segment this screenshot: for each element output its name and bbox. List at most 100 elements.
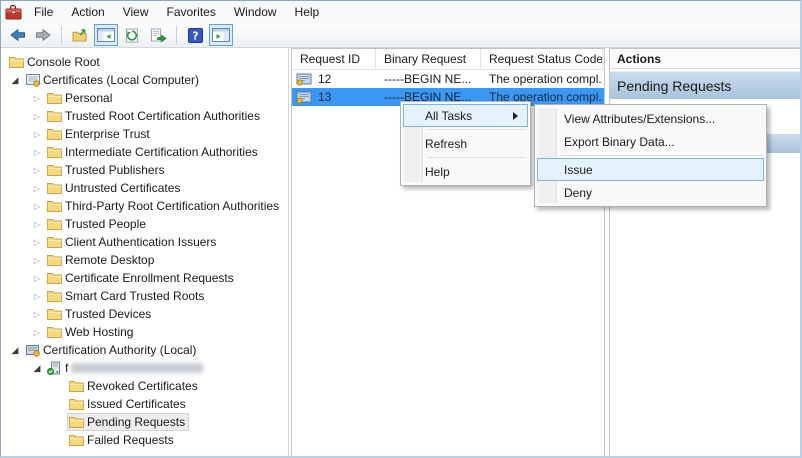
toolbar-button-show-action-pane[interactable] xyxy=(209,24,233,46)
expand-icon[interactable]: ▷ xyxy=(29,112,45,121)
tree-item-client-authentication-issuers[interactable]: ▷ Client Authentication Issuers xyxy=(1,233,288,251)
tree-item-trusted-devices[interactable]: ▷Trusted Devices xyxy=(1,305,288,323)
context-menu-item-refresh[interactable]: Refresh xyxy=(403,132,528,155)
expand-icon[interactable]: ▷ xyxy=(29,148,45,157)
menu-separator xyxy=(427,157,526,158)
submenu-item-view-attributes-extensions[interactable]: View Attributes/Extensions... xyxy=(537,107,764,130)
expand-icon[interactable]: ▷ xyxy=(29,202,45,211)
tree-item-trusted-publishers[interactable]: ▷Trusted Publishers xyxy=(1,161,288,179)
export-list-icon xyxy=(150,28,167,43)
column-header-request-status-code[interactable]: Request Status Code xyxy=(481,49,603,69)
redacted-ca-name xyxy=(71,363,203,373)
tree-item-remote-desktop[interactable]: ▷ Remote Desktop xyxy=(1,251,288,269)
folder-icon xyxy=(47,110,65,122)
tree-item-certificates-local-computer[interactable]: ◢Certificates (Local Computer) xyxy=(1,71,288,89)
toolbar-button-back[interactable] xyxy=(5,24,29,46)
tree-item-label: Client Authentication Issuers xyxy=(65,235,216,249)
menubar-item-window[interactable]: Window xyxy=(225,5,286,19)
tree-item-trusted-people[interactable]: ▷Trusted People xyxy=(1,215,288,233)
toolbar-button-show-console-tree[interactable] xyxy=(94,24,118,46)
tree-item-intermediate-certification-authorities[interactable]: ▷ Intermediate Certification Authorities xyxy=(1,143,288,161)
tree-item-third-party-root-certification-authorities[interactable]: ▷Third-Party Root Certification Authorit… xyxy=(1,197,288,215)
tree-item-f[interactable]: ◢f xyxy=(1,359,288,377)
tree-item-web-hosting[interactable]: ▷Web Hosting xyxy=(1,323,288,341)
tree-item-label: Certificate Enrollment Requests xyxy=(65,271,234,285)
tree-item-enterprise-trust[interactable]: ▷Enterprise Trust xyxy=(1,125,288,143)
folder-icon xyxy=(47,290,65,302)
collapse-icon[interactable]: ◢ xyxy=(29,363,45,374)
submenu-item-export-binary-data[interactable]: Export Binary Data... xyxy=(537,130,764,153)
expand-icon[interactable]: ▷ xyxy=(29,166,45,175)
toolbar-separator xyxy=(176,26,177,44)
tree-item-personal[interactable]: ▷Personal xyxy=(1,89,288,107)
context-menu-item-help[interactable]: Help xyxy=(403,160,528,183)
toolbar-button-forward[interactable] xyxy=(31,24,55,46)
tree-item-issued-certificates[interactable]: Issued Certificates xyxy=(1,395,288,413)
folder-icon xyxy=(47,128,65,140)
expand-icon[interactable]: ▷ xyxy=(29,130,45,139)
pending-requests-action-group[interactable]: Pending Requests xyxy=(610,71,800,99)
actions-pane-title: Actions xyxy=(610,49,800,69)
expand-icon[interactable]: ▷ xyxy=(29,274,45,283)
tree-item-revoked-certificates[interactable]: Revoked Certificates xyxy=(1,377,288,395)
binary_request-cell: -----BEGIN NE... xyxy=(376,70,481,88)
menubar-item-file[interactable]: File xyxy=(25,5,62,19)
tree-item-label: Revoked Certificates xyxy=(87,379,198,393)
tree-item-label: Certification Authority (Local) xyxy=(43,343,196,357)
folder-icon xyxy=(47,254,65,266)
column-header-binary-request[interactable]: Binary Request xyxy=(376,49,481,69)
request_id-cell: 12 xyxy=(292,70,376,88)
tree-item-label: f xyxy=(65,361,68,375)
mmc-console-icon[interactable] xyxy=(1,4,25,20)
folder-icon xyxy=(69,380,87,392)
menubar-item-help[interactable]: Help xyxy=(286,5,329,19)
tree-item-trusted-root-certification-authorities[interactable]: ▷Trusted Root Certification Authorities xyxy=(1,107,288,125)
tree-item-certification-authority-local[interactable]: ◢ Certification Authority (Local) xyxy=(1,341,288,359)
tree-item-console-root[interactable]: Console Root xyxy=(1,53,288,71)
menubar-item-view[interactable]: View xyxy=(114,5,158,19)
request-row-12[interactable]: 12-----BEGIN NE...The operation compl... xyxy=(292,70,604,88)
tree-item-label: Pending Requests xyxy=(87,415,185,429)
folder-icon xyxy=(47,146,65,158)
certificate-request-icon xyxy=(296,91,314,104)
server-icon xyxy=(47,361,65,375)
column-header-request-id[interactable]: Request ID xyxy=(292,49,376,69)
expand-icon[interactable]: ▷ xyxy=(29,220,45,229)
folder-icon xyxy=(47,308,65,320)
tree-item-label: Smart Card Trusted Roots xyxy=(65,289,204,303)
toolbar-button-export-list[interactable] xyxy=(146,24,170,46)
menu-separator xyxy=(427,129,526,130)
submenu-item-issue[interactable]: Issue xyxy=(537,158,764,181)
folder-icon xyxy=(9,56,27,68)
tree-item-pending-requests[interactable]: Pending Requests xyxy=(1,413,288,431)
expand-icon[interactable]: ▷ xyxy=(29,184,45,193)
back-icon xyxy=(9,28,26,42)
menubar-item-action[interactable]: Action xyxy=(62,5,113,19)
certificate-request-icon xyxy=(296,73,314,86)
tree-item-certificate-enrollment-requests[interactable]: ▷ Certificate Enrollment Requests xyxy=(1,269,288,287)
toolbar-button-up-one-level[interactable] xyxy=(68,24,92,46)
expand-icon[interactable]: ▷ xyxy=(29,256,45,265)
tree-item-label: Remote Desktop xyxy=(65,253,154,267)
refresh-icon xyxy=(124,28,140,43)
folder-icon xyxy=(47,218,65,230)
toolbar-button-help[interactable]: ? xyxy=(183,24,207,46)
expand-icon[interactable]: ▷ xyxy=(29,310,45,319)
tree-item-smart-card-trusted-roots[interactable]: ▷ Smart Card Trusted Roots xyxy=(1,287,288,305)
menubar-item-favorites[interactable]: Favorites xyxy=(158,5,225,19)
expand-icon[interactable]: ▷ xyxy=(29,238,45,247)
collapse-icon[interactable]: ◢ xyxy=(7,345,23,356)
certstore-icon xyxy=(25,73,43,87)
toolbar-button-refresh[interactable] xyxy=(120,24,144,46)
collapse-icon[interactable]: ◢ xyxy=(7,75,23,86)
folder-icon xyxy=(47,200,65,212)
tree-item-label: Intermediate Certification Authorities xyxy=(65,145,258,159)
expand-icon[interactable]: ▷ xyxy=(29,94,45,103)
expand-icon[interactable]: ▷ xyxy=(29,292,45,301)
context-menu-item-all-tasks[interactable]: All Tasks xyxy=(403,104,528,127)
tree-item-failed-requests[interactable]: Failed Requests xyxy=(1,431,288,449)
tree-item-untrusted-certificates[interactable]: ▷Untrusted Certificates xyxy=(1,179,288,197)
submenu-item-deny[interactable]: Deny xyxy=(537,181,764,204)
request_status_code-cell: The operation compl... xyxy=(481,70,603,88)
expand-icon[interactable]: ▷ xyxy=(29,328,45,337)
